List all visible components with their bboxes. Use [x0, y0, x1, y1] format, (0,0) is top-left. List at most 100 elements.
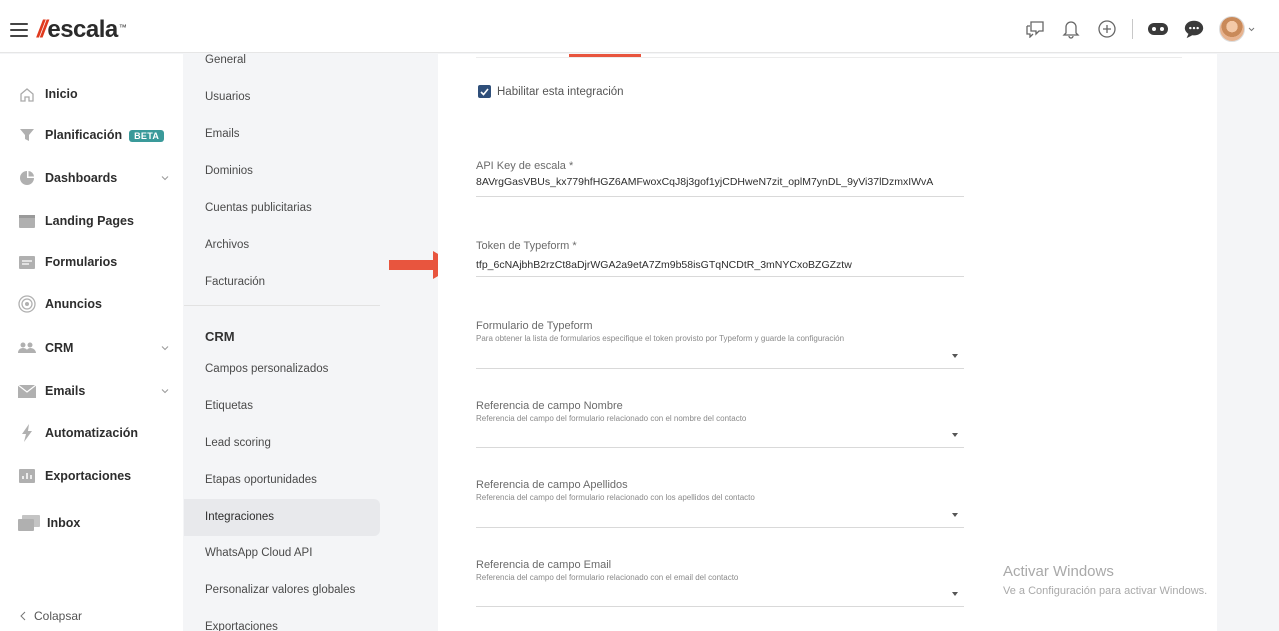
field-label: Referencia de campo Nombre: [476, 400, 623, 412]
token-field: Token de Typeform * tfp_6cNAjbhB2rzCt8aD…: [476, 240, 964, 277]
submenu-item-whatsapp-cloud-api[interactable]: WhatsApp Cloud API: [205, 547, 312, 559]
support-chat-icon[interactable]: [1183, 18, 1205, 40]
field-help: Referencia del campo del formulario rela…: [476, 414, 747, 423]
field-underline: [476, 196, 964, 197]
submenu-item-integraciones[interactable]: Integraciones: [205, 511, 274, 523]
brand-trademark: ™: [118, 23, 127, 32]
submenu-item-campos-personalizados[interactable]: Campos personalizados: [205, 363, 328, 375]
hamburger-menu-icon[interactable]: [10, 23, 28, 37]
submenu-item-dominios[interactable]: Dominios: [205, 165, 253, 177]
submenu-section-crm: CRM: [205, 329, 235, 344]
avatar: [1219, 16, 1245, 42]
sidebar-item-label: Dashboards: [45, 171, 118, 185]
enable-integration-label[interactable]: Habilitar esta integración: [497, 86, 624, 98]
sidebar-item-label: Planificación: [45, 128, 123, 142]
submenu-item-personalizar-valores-globales[interactable]: Personalizar valores globales: [205, 584, 355, 596]
submenu-item-emails[interactable]: Emails: [205, 128, 240, 140]
sidebar-item-emails[interactable]: Emails: [0, 373, 183, 409]
checkmark-icon: [480, 87, 489, 96]
collapse-button[interactable]: Colapsar: [20, 609, 82, 623]
api-key-input[interactable]: 8AVrgGasVBUs_kx779hfHGZ6AMFwoxCqJ8j3gof1…: [476, 176, 964, 188]
sidebar-item-dashboards[interactable]: Dashboards: [0, 160, 183, 196]
integration-settings-card: Habilitar esta integración API Key de es…: [438, 54, 1217, 631]
submenu-item-lead-scoring[interactable]: Lead scoring: [205, 437, 271, 449]
submenu-item-etapas-oportunidades[interactable]: Etapas oportunidades: [205, 474, 317, 486]
plus-circle-icon[interactable]: [1096, 18, 1118, 40]
submenu-item-general[interactable]: General: [205, 54, 246, 66]
chevron-down-icon: [1248, 27, 1255, 31]
field-underline: [476, 276, 964, 277]
submenu-divider: [184, 305, 380, 306]
field-label: Referencia de campo Email: [476, 559, 612, 571]
sidebar-item-planificacion[interactable]: Planificación BETA: [0, 117, 183, 153]
brand-name: escala: [47, 16, 118, 43]
field-underline: [476, 447, 964, 448]
sidebar-item-inbox[interactable]: Inbox: [0, 505, 183, 541]
toolbar-separator: [1132, 19, 1133, 39]
sidebar-item-label: CRM: [45, 341, 74, 355]
surname-reference-select[interactable]: Referencia de campo Apellidos Referencia…: [476, 479, 964, 529]
submenu-item-facturacion[interactable]: Facturación: [205, 276, 265, 288]
export-icon: [18, 467, 36, 485]
sidebar-item-label-wrap: Planificación BETA: [45, 128, 165, 142]
sidebar-item-label: Anuncios: [45, 297, 102, 311]
page-icon: [18, 212, 36, 230]
submenu-item-cuentas-publicitarias[interactable]: Cuentas publicitarias: [205, 202, 312, 214]
caret-down-icon: [952, 433, 958, 437]
chat-icon[interactable]: [1024, 18, 1046, 40]
name-reference-select[interactable]: Referencia de campo Nombre Referencia de…: [476, 400, 964, 450]
active-tab-indicator: [569, 54, 641, 57]
lightning-icon: [18, 424, 36, 442]
submenu-item-usuarios[interactable]: Usuarios: [205, 91, 250, 103]
sidebar-item-label: Automatización: [45, 426, 139, 440]
sidebar-item-label: Inicio: [45, 87, 78, 101]
collapse-label: Colapsar: [34, 609, 83, 623]
user-menu[interactable]: [1219, 16, 1255, 42]
caret-down-icon: [952, 592, 958, 596]
brand-logo[interactable]: // escala ™: [37, 16, 127, 43]
tab-divider: [476, 57, 1182, 58]
sidebar-item-exportaciones[interactable]: Exportaciones: [0, 458, 183, 494]
target-icon: [18, 295, 36, 313]
field-label: Referencia de campo Apellidos: [476, 479, 628, 491]
chevron-down-icon: [161, 346, 169, 351]
submenu-item-etiquetas[interactable]: Etiquetas: [205, 400, 253, 412]
sidebar-item-label: Inbox: [47, 516, 81, 530]
field-label: Token de Typeform *: [476, 240, 577, 252]
email-reference-select[interactable]: Referencia de campo Email Referencia del…: [476, 559, 964, 609]
typeform-form-select[interactable]: Formulario de Typeform Para obtener la l…: [476, 320, 964, 370]
field-label: API Key de escala *: [476, 160, 574, 172]
bell-icon[interactable]: [1060, 18, 1082, 40]
api-key-field: API Key de escala * 8AVrgGasVBUs_kx779hf…: [476, 160, 964, 197]
sidebar-item-anuncios[interactable]: Anuncios: [0, 286, 183, 322]
sidebar-item-label: Landing Pages: [45, 214, 134, 228]
field-help: Referencia del campo del formulario rela…: [476, 493, 755, 502]
chevron-down-icon: [161, 389, 169, 394]
field-underline: [476, 606, 964, 607]
settings-submenu: General Usuarios Emails Dominios Cuentas…: [184, 54, 382, 631]
chevron-down-icon: [161, 176, 169, 181]
windows-activation-title: Activar Windows: [1003, 563, 1114, 580]
sidebar-item-automatizacion[interactable]: Automatización: [0, 415, 183, 451]
logo-mark-icon: //: [37, 16, 47, 43]
enable-integration-checkbox[interactable]: [478, 85, 491, 98]
chevron-left-icon: [20, 611, 26, 621]
token-input[interactable]: tfp_6cNAjbhB2rzCt8aDjrWGA2a9etA7Zm9b58is…: [476, 259, 964, 271]
sidebar-item-landing-pages[interactable]: Landing Pages: [0, 203, 183, 239]
sidebar-item-crm[interactable]: CRM: [0, 330, 183, 366]
field-underline: [476, 368, 964, 369]
sidebar-item-inicio[interactable]: Inicio: [0, 76, 183, 112]
sidebar-item-formularios[interactable]: Formularios: [0, 244, 183, 280]
caret-down-icon: [952, 354, 958, 358]
pie-chart-icon: [18, 169, 36, 187]
submenu-item-exportaciones[interactable]: Exportaciones: [205, 621, 278, 631]
sidebar-item-label: Exportaciones: [45, 469, 132, 483]
field-label: Formulario de Typeform: [476, 320, 593, 332]
sidebar: Inicio Planificación BETA Dashboards Land…: [0, 54, 183, 631]
sidebar-item-label: Formularios: [45, 255, 118, 269]
field-help: Para obtener la lista de formularios esp…: [476, 334, 845, 343]
field-underline: [476, 527, 964, 528]
sidebar-item-label: Emails: [45, 384, 86, 398]
gamepad-icon[interactable]: [1147, 18, 1169, 40]
submenu-item-archivos[interactable]: Archivos: [205, 239, 249, 251]
